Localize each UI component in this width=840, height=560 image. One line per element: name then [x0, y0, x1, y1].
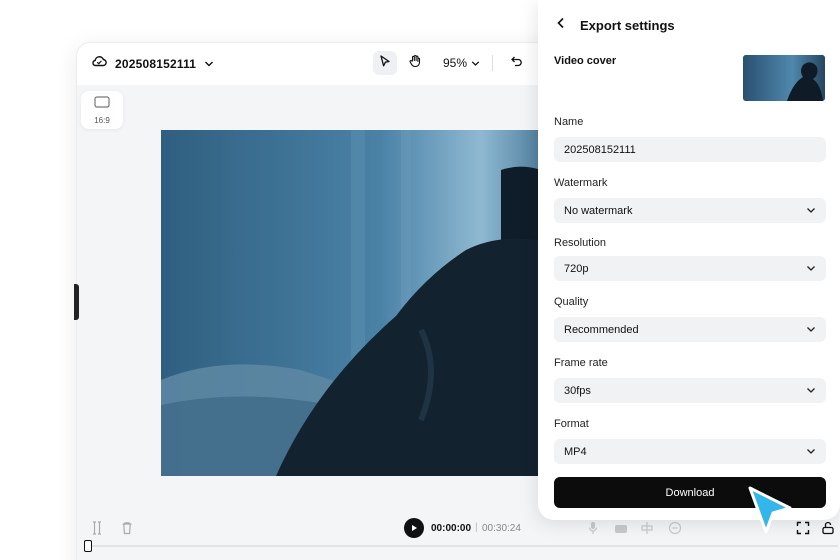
quality-select[interactable]: Recommended — [554, 317, 826, 342]
aspect-ratio-button[interactable]: 16:9 — [81, 91, 123, 129]
panel-resize-handle[interactable] — [74, 284, 79, 320]
video-frame-image — [161, 130, 561, 476]
video-cover-thumbnail[interactable] — [743, 55, 825, 101]
playhead[interactable] — [84, 540, 92, 552]
fullscreen-icon[interactable] — [796, 521, 810, 540]
total-time: 00:30:24 — [482, 523, 521, 534]
back-arrow-icon[interactable] — [556, 16, 566, 34]
cursor-pointer-icon — [744, 482, 796, 549]
zoom-out-icon[interactable] — [668, 521, 682, 540]
frame-rate-select[interactable]: 30fps — [554, 378, 826, 403]
select-tool-button[interactable] — [373, 51, 397, 75]
canvas-tools: 95% — [373, 51, 529, 75]
chevron-down-icon — [806, 205, 816, 217]
pointer-icon — [378, 54, 392, 73]
export-settings-panel: Export settings Video cover Name 2025081… — [538, 0, 840, 520]
align-icon[interactable] — [640, 521, 654, 540]
toolbar-divider — [492, 55, 494, 71]
name-value: 202508152111 — [564, 143, 636, 156]
aspect-ratio-label: 16:9 — [94, 116, 110, 125]
chevron-down-icon — [806, 263, 816, 275]
project-selector[interactable]: 202508152111 — [91, 54, 214, 73]
cloud-icon — [91, 54, 107, 73]
frame-rate-value: 30fps — [564, 384, 591, 397]
resolution-value: 720p — [564, 262, 589, 275]
captions-icon[interactable] — [614, 522, 628, 540]
chevron-down-icon — [806, 324, 816, 336]
watermark-label: Watermark — [554, 177, 608, 189]
panel-title: Export settings — [580, 17, 675, 33]
chevron-down-icon — [471, 56, 480, 70]
undo-icon — [510, 54, 524, 73]
time-separator: | — [475, 522, 478, 533]
video-preview[interactable] — [161, 130, 561, 476]
resolution-label: Resolution — [554, 237, 606, 249]
video-cover-label: Video cover — [554, 55, 617, 67]
project-name: 202508152111 — [115, 56, 197, 71]
zoom-value: 95% — [443, 56, 468, 70]
aspect-ratio-icon — [94, 95, 110, 113]
format-label: Format — [554, 418, 589, 430]
resolution-select[interactable]: 720p — [554, 256, 826, 281]
hand-icon — [408, 54, 422, 73]
panel-header: Export settings — [556, 16, 675, 34]
play-button[interactable] — [404, 518, 424, 538]
chevron-down-icon — [806, 446, 816, 458]
undo-button[interactable] — [505, 51, 529, 75]
hand-tool-button[interactable] — [403, 51, 427, 75]
unlock-icon[interactable] — [821, 521, 835, 540]
delete-icon[interactable] — [121, 521, 133, 540]
chevron-down-icon — [204, 55, 214, 73]
zoom-dropdown[interactable]: 95% — [443, 56, 480, 70]
quality-label: Quality — [554, 296, 589, 308]
current-time: 00:00:00 — [431, 523, 472, 534]
microphone-icon[interactable] — [588, 521, 598, 540]
watermark-value: No watermark — [564, 204, 633, 217]
timeline-scrubber[interactable] — [88, 545, 838, 547]
format-select[interactable]: MP4 — [554, 439, 826, 464]
name-label: Name — [554, 116, 584, 128]
quality-value: Recommended — [564, 323, 639, 336]
watermark-select[interactable]: No watermark — [554, 198, 826, 223]
format-value: MP4 — [564, 445, 587, 458]
chevron-down-icon — [806, 385, 816, 397]
split-icon[interactable] — [91, 521, 103, 540]
frame-rate-label: Frame rate — [554, 357, 608, 369]
play-icon — [410, 519, 418, 537]
name-input[interactable]: 202508152111 — [554, 137, 826, 162]
